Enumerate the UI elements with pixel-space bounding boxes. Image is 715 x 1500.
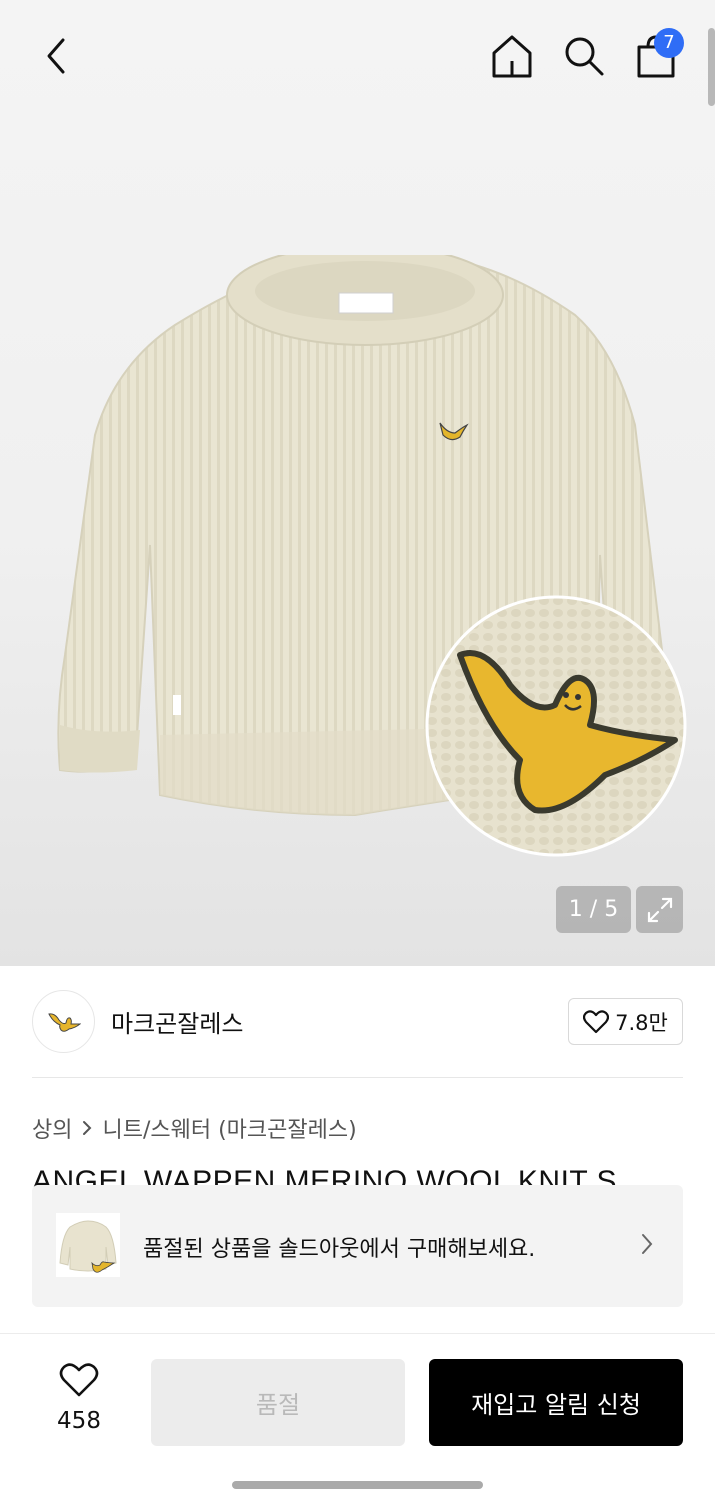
soldout-banner[interactable]: 품절된 상품을 솔드아웃에서 구매해보세요.	[32, 1185, 683, 1307]
search-icon	[565, 37, 604, 76]
back-button[interactable]	[30, 30, 82, 82]
product-image-gallery[interactable]: 7 1 / 5	[0, 0, 715, 966]
heart-outline-icon	[583, 1009, 610, 1033]
brand-row: 마크곤잘레스 7.8만	[32, 990, 683, 1054]
chevron-right-icon	[80, 1119, 94, 1137]
product-image-patch-detail	[425, 595, 687, 857]
home-indicator[interactable]	[232, 1481, 483, 1489]
brand-name[interactable]: 마크곤잘레스	[111, 1004, 243, 1039]
home-icon	[492, 35, 532, 78]
breadcrumb: 상의 니트/스웨터 (마크곤잘레스)	[32, 1112, 357, 1144]
chevron-left-icon	[47, 38, 65, 74]
page-scrollbar[interactable]	[708, 28, 715, 106]
wishlist-button[interactable]: 458	[46, 1362, 112, 1442]
soldout-thumbnail	[56, 1213, 120, 1277]
cart-button[interactable]: 7	[628, 28, 684, 84]
bottom-bar-divider	[0, 1333, 715, 1334]
home-button[interactable]	[486, 28, 538, 84]
wishlist-count: 458	[57, 1408, 101, 1434]
cart-count-badge: 7	[654, 28, 684, 58]
chevron-right-icon	[639, 1231, 655, 1261]
brand-logo[interactable]	[32, 990, 95, 1053]
breadcrumb-category[interactable]: 상의	[32, 1112, 72, 1144]
angel-logo-icon	[47, 1012, 81, 1032]
image-pager: 1 / 5	[556, 886, 631, 933]
search-button[interactable]	[558, 28, 610, 84]
expand-icon	[647, 897, 672, 922]
soldout-banner-text: 품절된 상품을 솔드아웃에서 구매해보세요.	[143, 1237, 536, 1262]
heart-outline-icon	[59, 1363, 99, 1397]
breadcrumb-subcategory[interactable]: 니트/스웨터 (마크곤잘레스)	[102, 1112, 356, 1144]
expand-image-button[interactable]	[636, 886, 683, 933]
brand-like-button[interactable]: 7.8만	[568, 998, 683, 1045]
brand-like-count: 7.8만	[615, 1010, 668, 1035]
soldout-button: 품절	[151, 1359, 405, 1446]
restock-alert-button[interactable]: 재입고 알림 신청	[429, 1359, 683, 1446]
top-nav-bar: 7	[0, 0, 715, 110]
divider	[32, 1077, 683, 1078]
